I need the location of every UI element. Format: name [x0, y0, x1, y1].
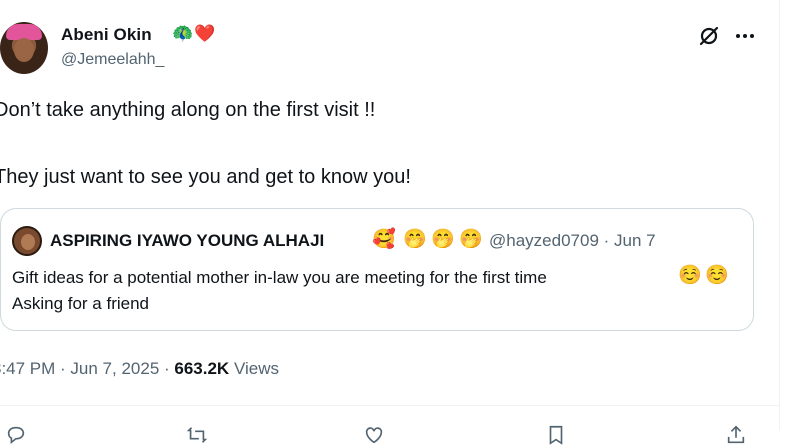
grok-icon[interactable]: [697, 24, 721, 48]
hand-over-mouth-icon: 🤭: [403, 229, 427, 250]
blushing-face-icon: ☺️: [705, 265, 729, 286]
bookmark-icon[interactable]: [545, 424, 567, 446]
views-label: Views: [229, 359, 279, 378]
share-icon[interactable]: [725, 424, 747, 446]
quoted-handle-date[interactable]: @hayzed0709 · Jun 7: [489, 231, 656, 251]
tweet-text-line: Don’t take anything along on the first v…: [0, 99, 376, 121]
repost-icon[interactable]: [186, 424, 208, 446]
tweet-meta: 3:47 PM · Jun 7, 2025 · 663.2K Views: [0, 359, 279, 379]
quoted-text-line: Asking for a friend: [12, 294, 150, 313]
column-border: [779, 0, 780, 430]
like-icon[interactable]: [363, 424, 385, 446]
heart-icon: ❤️: [194, 24, 216, 43]
blushing-face-icon: ☺️: [678, 265, 702, 286]
quoted-author-avatar[interactable]: [12, 226, 42, 256]
quoted-tweet-card[interactable]: ASPIRING IYAWO YOUNG ALHAJI 🥰 🤭 🤭 🤭 @hay…: [0, 208, 754, 331]
reply-icon[interactable]: [5, 424, 27, 446]
author-name[interactable]: Abeni Okin: [61, 25, 152, 45]
author-handle[interactable]: @Jemeelahh_: [61, 51, 164, 69]
quoted-author-name[interactable]: ASPIRING IYAWO YOUNG ALHAJI: [50, 231, 324, 251]
hand-over-mouth-icon: 🤭: [431, 229, 455, 250]
tweet-timestamp[interactable]: 3:47 PM · Jun 7, 2025 ·: [0, 359, 174, 378]
author-avatar[interactable]: [0, 22, 48, 74]
quoted-text-line: Gift ideas for a potential mother in-law…: [12, 268, 547, 287]
tweet-text-line: They just want to see you and get to kno…: [0, 166, 411, 188]
hand-over-mouth-icon: 🤭: [459, 229, 483, 250]
avatar-face: [14, 38, 34, 62]
actions-divider: [0, 405, 779, 406]
more-icon[interactable]: [733, 24, 757, 48]
views-count[interactable]: 663.2K: [174, 359, 229, 378]
smiling-hearts-icon: 🥰: [372, 229, 396, 250]
peacock-icon: 🦚: [172, 24, 194, 43]
